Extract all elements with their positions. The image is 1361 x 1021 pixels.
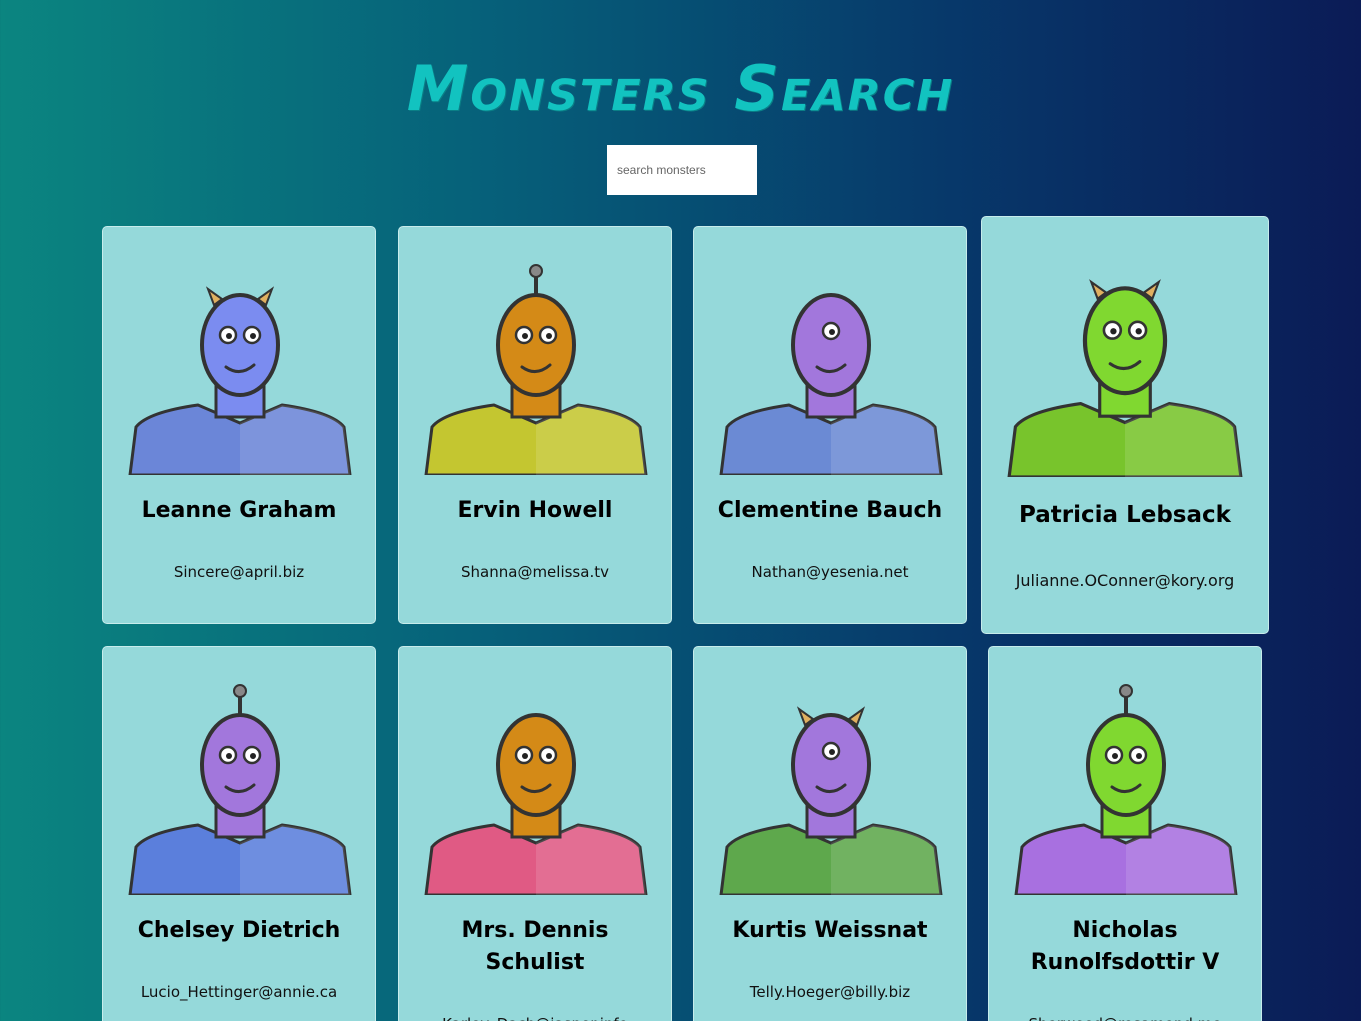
monster-card[interactable]: Leanne Graham Sincere@april.biz	[102, 226, 376, 624]
search-input[interactable]	[607, 145, 757, 195]
monster-avatar	[1014, 684, 1238, 895]
monster-avatar	[719, 293, 943, 475]
monster-name: Chelsey Dietrich	[137, 918, 341, 943]
monster-name: Leanne Graham	[141, 498, 337, 523]
monster-card[interactable]: Mrs. Dennis Schulist Karley_Dach@jasper.i…	[398, 646, 672, 1021]
monster-email: Shanna@melissa.tv	[461, 563, 609, 581]
monster-email: Lucio_Hettinger@annie.ca	[140, 983, 338, 1001]
monster-avatar	[128, 286, 352, 475]
monster-name: Kurtis Weissnat	[732, 918, 928, 943]
monster-avatar	[128, 684, 352, 895]
monster-card[interactable]: Patricia Lebsack Julianne.OConner@kory.or…	[981, 216, 1269, 634]
monster-name: Mrs. Dennis Schulist	[461, 918, 609, 975]
monster-name: Patricia Lebsack	[1019, 502, 1231, 528]
monster-card[interactable]: Nicholas Runolfsdottir V Sherwood@rosamon…	[988, 646, 1262, 1021]
monster-email: Karley_Dach@jasper.info	[403, 1015, 667, 1021]
monster-name: Nicholas Runolfsdottir V	[1030, 918, 1220, 975]
monster-avatar	[719, 706, 943, 895]
monster-email: Nathan@yesenia.net	[751, 563, 909, 581]
monster-email: Telly.Hoeger@billy.biz	[749, 983, 911, 1001]
monster-email: Sherwood@rosamond.me	[993, 1015, 1257, 1021]
monster-card[interactable]: Kurtis Weissnat Telly.Hoeger@billy.biz	[693, 646, 967, 1021]
monster-name: Ervin Howell	[457, 498, 613, 523]
monster-card[interactable]: Clementine Bauch Nathan@yesenia.net	[693, 226, 967, 624]
monster-card[interactable]: Chelsey Dietrich Lucio_Hettinger@annie.ca	[102, 646, 376, 1021]
monster-avatar	[1007, 279, 1243, 477]
monster-avatar	[424, 713, 648, 895]
monster-avatar	[424, 264, 648, 475]
page-title: Monsters Search	[406, 51, 955, 125]
monster-email: Julianne.OConner@kory.org	[1015, 571, 1235, 590]
monster-name: Clementine Bauch	[717, 498, 943, 523]
monster-card[interactable]: Ervin Howell Shanna@melissa.tv	[398, 226, 672, 624]
monster-email: Sincere@april.biz	[173, 563, 305, 581]
